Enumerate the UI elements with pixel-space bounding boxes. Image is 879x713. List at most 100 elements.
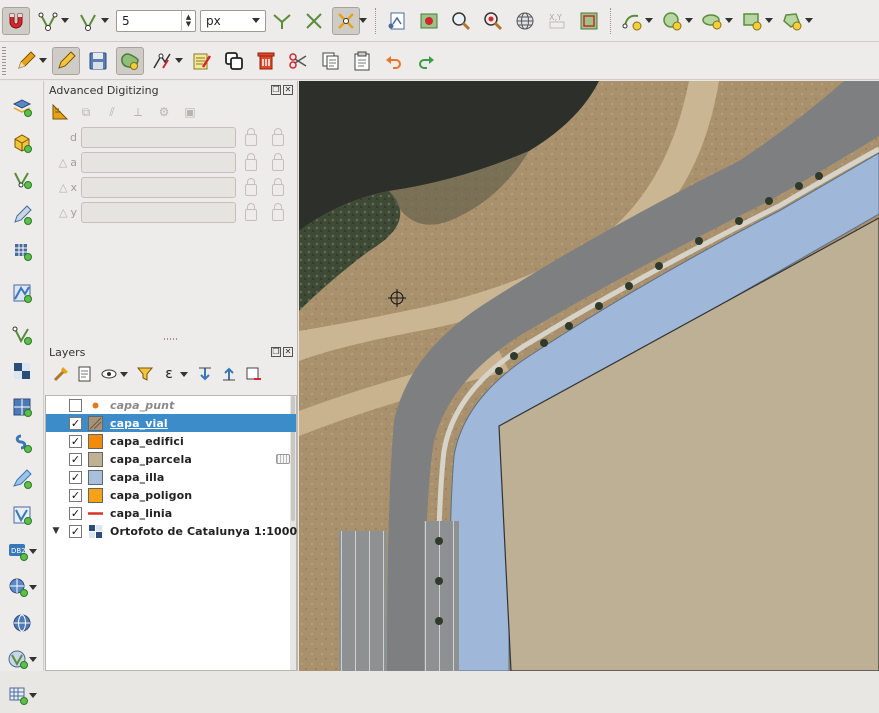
add-virtual-layer-icon[interactable] [8,465,36,493]
layer-visibility-checkbox[interactable]: ✓ [69,507,82,520]
zoom-to-selection-icon[interactable] [479,7,507,35]
relative-icon[interactable]: △ [59,156,67,169]
add-mesh-layer-icon[interactable] [8,279,36,307]
new-geopackage-icon[interactable] [8,129,36,157]
add-feature-curve-icon[interactable] [618,7,646,35]
snap-segment-icon[interactable] [268,7,296,35]
chevron-down-icon[interactable] [175,47,183,75]
add-regular-polygon-icon[interactable] [778,7,806,35]
close-icon[interactable]: ✕ [283,347,293,357]
chevron-down-icon[interactable] [29,645,37,673]
identify-map-icon[interactable] [415,7,443,35]
lock-icon[interactable] [245,209,257,221]
relative-icon[interactable]: △ [59,206,67,219]
add-ring-icon[interactable] [698,7,726,35]
layer-row[interactable]: ▼✓Ortofoto de Catalunya 1:1000 vi [46,522,296,540]
vertex-tool-icon[interactable] [148,47,176,75]
snap-vertex-icon[interactable] [34,7,62,35]
remove-layer-icon[interactable] [243,364,263,384]
map-canvas[interactable] [299,81,879,671]
float-icon[interactable]: ❐ [271,347,281,357]
add-polygon-icon[interactable] [658,7,686,35]
zoom-to-layer-icon[interactable] [447,7,475,35]
add-layer-icon[interactable] [8,93,36,121]
delete-icon[interactable] [252,47,280,75]
select-extent-icon[interactable] [575,7,603,35]
redo-icon[interactable] [412,47,440,75]
floater-icon[interactable]: ▣ [181,103,199,121]
chevron-down-icon[interactable] [359,7,367,35]
intersection-icon[interactable] [300,7,328,35]
add-rectangle-icon[interactable] [738,7,766,35]
copy-icon[interactable] [220,47,248,75]
layer-row[interactable]: ✓capa_linia [46,504,296,522]
layer-visibility-checkbox[interactable]: ✓ [69,525,82,538]
save-edits-icon[interactable] [84,47,112,75]
parallel-icon[interactable]: ⫽ [103,103,121,121]
add-delimited-text-icon[interactable] [8,321,36,349]
spin-arrows[interactable]: ▲▼ [181,11,195,31]
lock-icon[interactable] [245,184,257,196]
add-feature-icon[interactable] [116,47,144,75]
layer-visibility-checkbox[interactable]: ✓ [69,471,82,484]
layer-row[interactable]: ✓capa_parcela [46,450,296,468]
add-group-icon[interactable] [75,364,95,384]
layer-row[interactable]: capa_punt [46,396,296,414]
add-wfs-layer-icon[interactable] [4,573,32,601]
cut-icon[interactable] [284,47,312,75]
xy-coordinates-icon[interactable]: X,Y [543,7,571,35]
adv-field-input[interactable] [81,152,236,173]
globe-icon[interactable] [511,7,539,35]
chevron-down-icon[interactable] [645,7,653,35]
units-combobox[interactable]: px [200,10,266,32]
layer-tree[interactable]: capa_punt✓capa_vial✓capa_edifici✓capa_pa… [45,395,297,671]
render-indicator-icon[interactable] [276,454,290,464]
chevron-down-icon[interactable] [61,7,69,35]
paste-icon[interactable] [348,47,376,75]
attribute-edit-icon[interactable] [188,47,216,75]
expand-all-icon[interactable] [195,364,215,384]
construction-mode-icon[interactable]: ⧉ [77,103,95,121]
layer-row[interactable]: ✓capa_illa [46,468,296,486]
relative-icon[interactable]: △ [59,181,67,194]
chevron-down-icon[interactable] [39,47,47,75]
chevron-down-icon[interactable] [120,364,128,384]
repeat-lock-icon[interactable] [272,184,284,196]
repeat-lock-icon[interactable] [272,159,284,171]
perpendicular-icon[interactable]: ⟂ [129,103,147,121]
chevron-down-icon[interactable] [180,364,188,384]
add-xyz-layer-icon[interactable] [4,681,32,709]
chevron-down-icon[interactable] [805,7,813,35]
db2-layer-icon[interactable]: DB2 [4,537,32,565]
float-icon[interactable]: ❐ [271,85,281,95]
add-vector-tile-icon[interactable] [4,645,32,673]
undo-icon[interactable] [380,47,408,75]
add-vector-layer-icon[interactable] [8,165,36,193]
topological-editing-icon[interactable] [332,7,360,35]
chevron-down-icon[interactable] [29,537,37,565]
tolerance-spinbox[interactable]: 5 ▲▼ [116,10,196,32]
add-wms-layer-icon[interactable] [8,357,36,385]
layer-visibility-checkbox[interactable]: ✓ [69,489,82,502]
adv-field-input[interactable] [81,177,236,198]
repeat-lock-icon[interactable] [272,209,284,221]
lock-icon[interactable] [245,134,257,146]
chevron-down-icon[interactable] [29,681,37,709]
filter-icon[interactable] [135,364,155,384]
toolbar-grip[interactable] [2,47,6,75]
pencil-digitize-icon[interactable] [12,47,40,75]
lock-icon[interactable] [245,159,257,171]
adv-field-input[interactable] [81,202,236,223]
add-spatialite-icon[interactable] [8,429,36,457]
settings-icon[interactable]: ⚙ [155,103,173,121]
expand-arrow-icon[interactable]: ▼ [49,526,63,536]
chevron-down-icon[interactable] [765,7,773,35]
layer-visibility-checkbox[interactable] [69,399,82,412]
expression-filter-icon[interactable]: ε [159,364,179,384]
layer-row[interactable]: ✓capa_vial [46,414,296,432]
georeference-icon[interactable] [383,7,411,35]
snap-vertex-tolerance-icon[interactable] [74,7,102,35]
layer-visibility-checkbox[interactable]: ✓ [69,435,82,448]
adv-field-input[interactable] [81,127,236,148]
chevron-down-icon[interactable] [725,7,733,35]
